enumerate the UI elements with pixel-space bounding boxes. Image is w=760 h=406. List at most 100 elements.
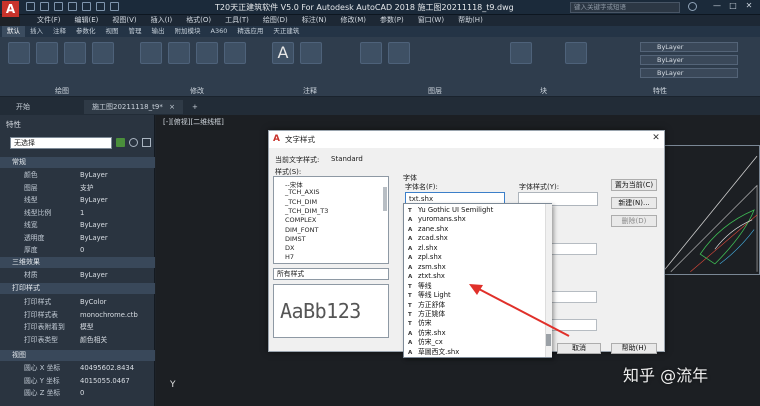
menu-format[interactable]: 格式(O) xyxy=(179,15,218,26)
panel-draw-label[interactable]: 绘图 xyxy=(55,86,69,96)
menu-draw[interactable]: 绘图(D) xyxy=(256,15,295,26)
tab-featured-apps[interactable]: 精选应用 xyxy=(232,26,268,37)
property-row[interactable]: 厚度 0 xyxy=(0,244,155,256)
style-list-item[interactable]: DIMST xyxy=(285,235,306,243)
property-row[interactable]: 线型 ByLayer xyxy=(0,194,155,206)
quick-select-icon[interactable] xyxy=(142,138,151,147)
styles-list[interactable]: --宋体 _TCH_AXIS _TCH_DIM _TCH_DIM_T3 COMPLEX D… xyxy=(273,176,389,264)
property-row[interactable]: 线宽 ByLayer xyxy=(0,219,155,231)
menu-window[interactable]: 窗口(W) xyxy=(411,15,451,26)
autocad-logo-icon[interactable]: A xyxy=(2,1,19,17)
drawing-tab[interactable]: 施工图20211118_t9* × xyxy=(84,100,183,114)
panel-annotate-label[interactable]: 注释 xyxy=(303,86,317,96)
layer-state-icon[interactable] xyxy=(388,42,410,64)
undo-icon[interactable] xyxy=(96,2,105,11)
copy-tool-icon[interactable] xyxy=(224,42,246,64)
section-print-style[interactable]: 打印样式 xyxy=(0,283,155,294)
help-button[interactable]: 帮助(H) xyxy=(611,343,657,354)
property-row[interactable]: 透明度 ByLayer xyxy=(0,232,155,244)
property-row[interactable]: 材质 ByLayer xyxy=(0,269,155,281)
new-style-button[interactable]: 新建(N)... xyxy=(611,197,657,209)
insert-block-icon[interactable] xyxy=(510,42,532,64)
circle-tool-icon[interactable] xyxy=(64,42,86,64)
layer-properties-icon[interactable] xyxy=(360,42,382,64)
tab-annotate[interactable]: 注释 xyxy=(48,26,71,37)
text-tool-icon[interactable]: A xyxy=(272,42,294,64)
styles-scrollbar[interactable] xyxy=(383,187,387,211)
menu-modify[interactable]: 修改(M) xyxy=(333,15,373,26)
arc-tool-icon[interactable] xyxy=(92,42,114,64)
font-list-item[interactable]: Aztxt.shx xyxy=(406,272,544,282)
selection-dropdown[interactable]: 无选择 xyxy=(10,137,112,149)
section-view[interactable]: 视图 xyxy=(0,350,155,361)
user-icon[interactable] xyxy=(688,2,697,11)
line-tool-icon[interactable] xyxy=(8,42,30,64)
font-list-item[interactable]: A 草圖西文.shx xyxy=(406,348,544,358)
property-row[interactable]: 线型比例 1 xyxy=(0,207,155,219)
rotate-tool-icon[interactable] xyxy=(168,42,190,64)
menu-dimension[interactable]: 标注(N) xyxy=(295,15,334,26)
close-button[interactable]: ✕ xyxy=(744,1,754,11)
font-list-item[interactable]: Azsm.shx xyxy=(406,263,544,273)
font-list-item[interactable]: Azcad.shx xyxy=(406,234,544,244)
style-list-item[interactable]: COMPLEX xyxy=(285,216,316,224)
cancel-button[interactable]: 取消 xyxy=(557,343,601,354)
style-list-item[interactable]: H7 xyxy=(285,253,294,261)
trim-tool-icon[interactable] xyxy=(196,42,218,64)
section-general[interactable]: 常规 xyxy=(0,157,155,168)
color-select[interactable]: ByLayer xyxy=(640,42,738,52)
print-icon[interactable] xyxy=(82,2,91,11)
property-row[interactable]: 圆心 Y 坐标 4015055.0467 xyxy=(0,375,155,387)
dialog-title-bar[interactable]: 文字样式 xyxy=(269,131,664,148)
lineweight-select[interactable]: ByLayer xyxy=(640,55,738,65)
new-file-icon[interactable] xyxy=(26,2,35,11)
property-row[interactable]: 打印表类型 颜色相关 xyxy=(0,334,155,346)
menu-view[interactable]: 视图(V) xyxy=(105,15,143,26)
tab-default[interactable]: 默认 xyxy=(2,26,25,37)
menu-file[interactable]: 文件(F) xyxy=(30,15,68,26)
tab-addins[interactable]: 附加模块 xyxy=(170,26,206,37)
close-tab-icon[interactable]: × xyxy=(169,103,175,111)
dimension-tool-icon[interactable] xyxy=(300,42,322,64)
panel-block-label[interactable]: 块 xyxy=(540,86,547,96)
menu-parametric[interactable]: 参数(P) xyxy=(373,15,411,26)
tab-tangent-arch[interactable]: 天正建筑 xyxy=(268,26,304,37)
property-row[interactable]: 打印表附着到 模型 xyxy=(0,321,155,333)
maximize-button[interactable]: □ xyxy=(728,1,738,11)
panel-modify-label[interactable]: 修改 xyxy=(190,86,204,96)
menu-insert[interactable]: 插入(I) xyxy=(144,15,180,26)
tab-view[interactable]: 视图 xyxy=(101,26,124,37)
open-file-icon[interactable] xyxy=(40,2,49,11)
style-list-item[interactable]: _TCH_AXIS xyxy=(285,188,319,196)
dialog-close-button[interactable]: ✕ xyxy=(650,133,662,145)
select-objects-icon[interactable] xyxy=(129,138,138,147)
font-list-item[interactable]: T Yu Gothic UI Semilight xyxy=(406,206,544,216)
menu-help[interactable]: 帮助(H) xyxy=(451,15,490,26)
set-current-button[interactable]: 置为当前(C) xyxy=(611,179,657,191)
style-list-item[interactable]: _TCH_DIM_T3 xyxy=(285,207,328,215)
save-icon[interactable] xyxy=(54,2,63,11)
toggle-pickadd-icon[interactable] xyxy=(116,138,125,147)
property-row[interactable]: 颜色 ByLayer xyxy=(0,169,155,181)
font-list-item[interactable]: Azpl.shx xyxy=(406,253,544,263)
linetype-select[interactable]: ByLayer xyxy=(640,68,738,78)
tab-insert[interactable]: 插入 xyxy=(25,26,48,37)
font-list-item[interactable]: Azane.shx xyxy=(406,225,544,235)
style-list-item[interactable]: DIM_FONT xyxy=(285,226,318,234)
menu-tools[interactable]: 工具(T) xyxy=(218,15,256,26)
viewport-controls[interactable]: [-][俯视][二维线框] xyxy=(163,117,224,127)
property-row[interactable]: 圆心 Z 坐标 0 xyxy=(0,387,155,399)
start-tab[interactable]: 开始 xyxy=(8,100,38,114)
property-row[interactable]: 打印样式表 monochrome.ctb xyxy=(0,309,155,321)
font-list-item[interactable]: Azl.shx xyxy=(406,244,544,254)
menu-edit[interactable]: 编辑(E) xyxy=(68,15,106,26)
tab-output[interactable]: 输出 xyxy=(147,26,170,37)
panel-layers-label[interactable]: 图层 xyxy=(428,86,442,96)
style-list-item[interactable]: _TCH_DIM xyxy=(285,198,317,206)
search-input[interactable]: 键入关键字或短语 xyxy=(570,2,680,13)
property-row[interactable]: 圆心 X 坐标 40495602.8434 xyxy=(0,362,155,374)
tab-a360[interactable]: A360 xyxy=(206,26,233,37)
minimize-button[interactable]: — xyxy=(712,1,722,11)
property-row[interactable]: 打印样式 ByColor xyxy=(0,296,155,308)
redo-icon[interactable] xyxy=(110,2,119,11)
